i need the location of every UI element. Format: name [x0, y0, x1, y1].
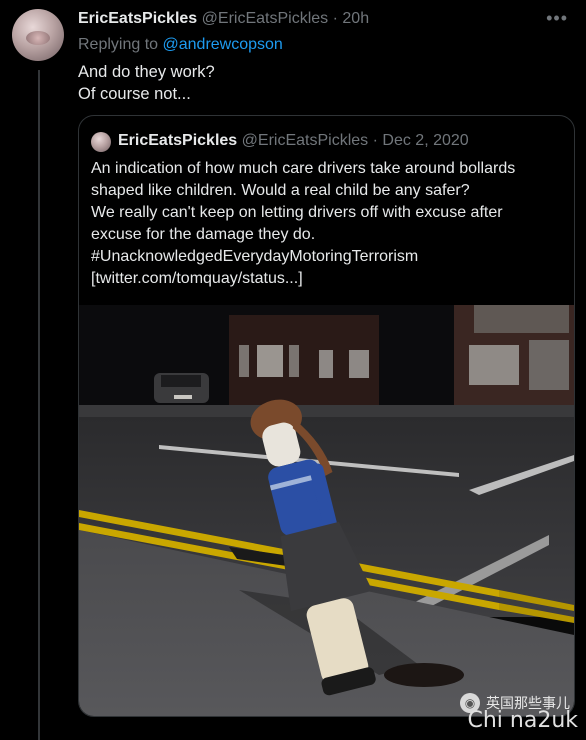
- avatar[interactable]: [12, 9, 64, 61]
- tweet-line: Of course not...: [78, 85, 191, 103]
- quoted-header: EricEatsPickles @EricEatsPickles · Dec 2…: [118, 132, 469, 150]
- quoted-separator: ·: [372, 132, 378, 149]
- quoted-line: An indication of how much care drivers t…: [91, 160, 516, 177]
- display-name[interactable]: EricEatsPickles: [78, 10, 197, 27]
- quoted-line: excuse for the damage they do.: [91, 226, 316, 243]
- tweet-body: And do they work? Of course not...: [78, 61, 215, 105]
- quoted-avatar: [91, 132, 111, 152]
- photo-leaning-child-bollard: [79, 305, 574, 716]
- handle[interactable]: @EricEatsPickles: [202, 10, 329, 27]
- timestamp[interactable]: 20h: [342, 10, 369, 27]
- more-dots-icon[interactable]: •••: [546, 8, 568, 29]
- quoted-tweet[interactable]: EricEatsPickles @EricEatsPickles · Dec 2…: [78, 115, 575, 717]
- quoted-display-name: EricEatsPickles: [118, 132, 238, 149]
- quoted-date: Dec 2, 2020: [382, 132, 469, 149]
- thread-line: [38, 70, 40, 740]
- quoted-line hashtag[interactable]: #UnacknowledgedEverydayMotoringTerrorism: [91, 246, 566, 268]
- mention-link[interactable]: @andrewcopson: [163, 36, 283, 53]
- tweet-photo[interactable]: [79, 305, 574, 716]
- watermark-line2: Chi na2uk: [467, 708, 578, 733]
- quoted-text: An indication of how much care drivers t…: [91, 158, 566, 290]
- quoted-line: shaped like children. Would a real child…: [91, 182, 470, 199]
- quoted-line: We really can't keep on letting drivers …: [91, 204, 503, 221]
- separator: ·: [332, 10, 338, 27]
- replying-to: Replying to @andrewcopson: [78, 36, 283, 54]
- tweet-line: And do they work?: [78, 63, 215, 81]
- replying-prefix: Replying to: [78, 36, 159, 53]
- quoted-handle: @EricEatsPickles: [241, 132, 369, 149]
- quoted-line link[interactable]: [twitter.com/tomquay/status...]: [91, 268, 566, 290]
- tweet-header: EricEatsPickles @EricEatsPickles · 20h: [78, 10, 369, 28]
